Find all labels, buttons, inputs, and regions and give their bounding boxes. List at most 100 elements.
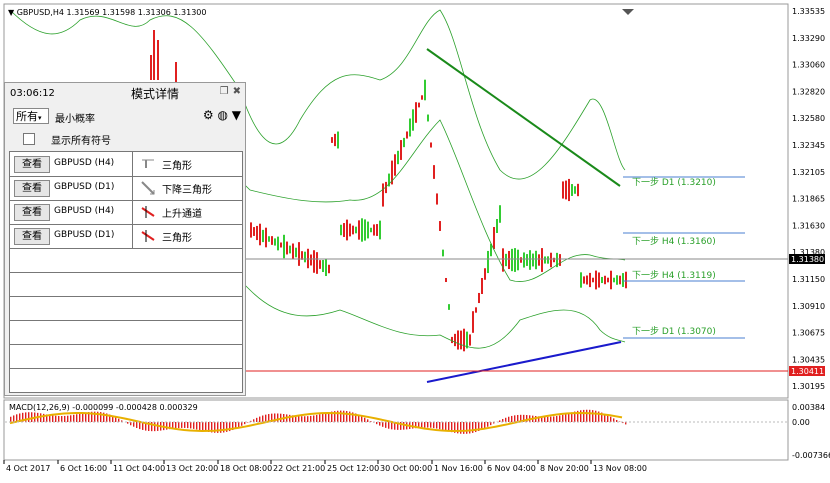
row-pattern: 下降三角形 <box>162 185 212 196</box>
price-tick-label: 1.32345 <box>792 141 825 150</box>
candle <box>406 131 408 139</box>
candle <box>274 238 276 246</box>
macd-bar <box>388 422 390 429</box>
candle <box>442 249 444 257</box>
macd-bar <box>184 422 186 428</box>
candle <box>553 257 555 263</box>
candle <box>529 250 531 270</box>
candle <box>328 264 330 274</box>
view-button[interactable]: 查看 <box>14 228 50 245</box>
candle <box>262 229 264 243</box>
macd-bar <box>58 415 60 422</box>
macd-bar <box>472 422 474 433</box>
panel-title: 模式详情 <box>131 87 180 101</box>
candle <box>583 276 585 284</box>
macd-bar <box>61 416 63 422</box>
price-tick-label: 1.30195 <box>792 382 825 391</box>
macd-bar <box>466 422 468 434</box>
candle <box>625 271 627 289</box>
candle <box>150 55 152 80</box>
macd-bar <box>343 410 345 422</box>
candle <box>595 270 597 290</box>
candle <box>427 114 429 122</box>
view-button[interactable]: 查看 <box>14 204 50 221</box>
macd-bar <box>193 422 195 429</box>
candle <box>153 30 155 80</box>
table-row[interactable]: 查看 GBPUSD (H4) 三角形 <box>10 152 242 177</box>
price-tick-label: 1.31865 <box>792 195 825 204</box>
table-row[interactable]: 查看 GBPUSD (D1) 三角形 <box>10 224 242 249</box>
target-label-1: 下一步 D1 (1.3210) <box>632 177 716 188</box>
macd-bar <box>13 415 15 422</box>
time-tick-label: 6 Nov 04:00 <box>487 464 536 473</box>
globe-icon[interactable]: ◍ <box>217 108 227 122</box>
candle <box>340 224 342 236</box>
macd-bar <box>427 422 429 428</box>
row-pattern: 三角形 <box>162 161 192 172</box>
price-tick-label: 1.33535 <box>792 7 825 16</box>
chart-title: ▼ GBPUSD,H4 1.31569 1.31598 1.31306 1.31… <box>8 8 206 17</box>
candle <box>295 247 297 258</box>
show-all-checkbox[interactable] <box>23 133 35 145</box>
table-row[interactable]: 查看 GBPUSD (H4) 上升通道 <box>10 200 242 225</box>
row-symbol: GBPUSD (D1) <box>54 230 115 240</box>
candle <box>598 272 600 288</box>
candle <box>499 205 501 223</box>
target-label-4: 下一步 D1 (1.3070) <box>632 326 716 337</box>
macd-bar <box>31 412 33 422</box>
candle <box>382 183 384 207</box>
candle <box>532 253 534 267</box>
macd-bar <box>259 416 261 422</box>
candle <box>310 254 312 266</box>
macd-bar <box>115 417 117 422</box>
candle <box>607 277 609 283</box>
candle <box>550 252 552 268</box>
view-button[interactable]: 查看 <box>14 180 50 197</box>
restore-icon[interactable]: ❐ <box>220 86 229 97</box>
candle <box>265 227 267 248</box>
macd-bar <box>367 419 369 422</box>
candle <box>541 248 543 272</box>
time-tick-label: 30 Oct 00:00 <box>380 464 432 473</box>
divider <box>132 224 133 248</box>
target-label-3: 下一步 H4 (1.3119) <box>632 270 716 281</box>
price-tick-label: 1.30675 <box>792 329 825 338</box>
filter-icon[interactable]: ▼ <box>232 108 241 122</box>
target-label-2: 下一步 H4 (1.3160) <box>632 236 716 247</box>
macd-bar <box>382 422 384 427</box>
candle <box>331 137 333 143</box>
candle <box>286 241 288 255</box>
macd-bar <box>301 416 303 422</box>
macd-bar <box>499 420 501 422</box>
triangle-icon <box>142 159 154 168</box>
candle <box>586 275 588 285</box>
pattern-table: 查看 GBPUSD (H4) 三角形 查看 GBPUSD (D1) 下降三角形 查看 GBPU… <box>9 151 243 393</box>
candle <box>526 254 528 266</box>
macd-bar <box>199 422 201 431</box>
candle <box>544 256 546 264</box>
candle <box>370 227 372 233</box>
red-price-tag-text: 1.30411 <box>791 367 824 376</box>
filter-select[interactable]: 所有▾ <box>13 108 49 124</box>
macd-bar <box>442 422 444 430</box>
macd-bar <box>511 415 513 422</box>
macd-bar <box>241 422 243 426</box>
candle <box>610 270 612 290</box>
close-icon[interactable]: ✖ <box>233 86 241 97</box>
candle <box>604 275 606 285</box>
macd-bar <box>178 422 180 429</box>
candle <box>415 102 417 123</box>
pattern-details-panel[interactable]: 03:06:12 模式详情 ❐ ✖ 所有▾ 最小概率 ⚙ ◍ ▼ 显示所有符号 查… <box>4 82 246 396</box>
candle <box>277 236 279 251</box>
table-row[interactable]: 查看 GBPUSD (D1) 下降三角形 <box>10 176 242 201</box>
macd-bar <box>508 416 510 422</box>
macd-bar <box>322 413 324 422</box>
price-tick-label: 1.32580 <box>792 114 825 123</box>
gear-icon[interactable]: ⚙ <box>203 108 214 122</box>
macd-bar <box>223 422 225 433</box>
view-button[interactable]: 查看 <box>14 156 50 173</box>
macd-bar <box>196 422 198 430</box>
macd-bar <box>277 413 279 422</box>
candle <box>334 133 336 147</box>
macd-bar <box>583 409 585 422</box>
